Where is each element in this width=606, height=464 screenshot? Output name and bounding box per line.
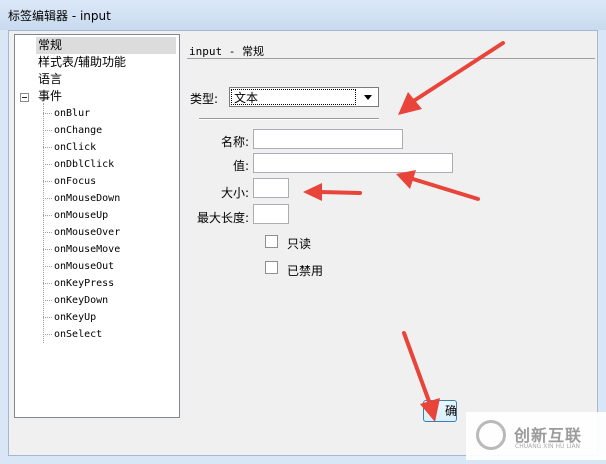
- tree-item-stylesheet-accessibility[interactable]: 样式表/辅助功能: [38, 54, 126, 71]
- tree-item-language[interactable]: 语言: [38, 71, 62, 88]
- tree-item-event[interactable]: onSelect: [54, 326, 102, 343]
- title-bar: 标签编辑器 - input: [0, 0, 606, 30]
- maxlength-input[interactable]: [253, 204, 289, 224]
- tree-connector: [43, 113, 52, 114]
- tree-item-event[interactable]: onMouseUp: [54, 207, 108, 224]
- tree-item-event[interactable]: onKeyPress: [54, 275, 114, 292]
- name-input[interactable]: [253, 129, 403, 149]
- tree-connector: [43, 103, 44, 343]
- chevron-down-icon[interactable]: [360, 90, 376, 104]
- maxlength-label: 最大长度:: [197, 211, 250, 225]
- tree-item-event[interactable]: onChange: [54, 122, 102, 139]
- readonly-label[interactable]: 只读: [287, 235, 311, 252]
- tree-connector: [43, 130, 52, 131]
- size-label: 大小:: [221, 186, 250, 200]
- collapse-icon[interactable]: [20, 93, 29, 102]
- tree-item-general[interactable]: 常规: [36, 37, 176, 54]
- tree-item-event[interactable]: onMouseOver: [54, 224, 120, 241]
- readonly-checkbox[interactable]: [265, 235, 278, 248]
- disabled-checkbox[interactable]: [265, 261, 278, 274]
- tree-connector: [43, 181, 52, 182]
- name-label: 名称:: [221, 135, 250, 149]
- category-tree[interactable]: 常规 样式表/辅助功能 语言 事件 onBlur onChange onClic…: [14, 34, 180, 418]
- tree-item-event[interactable]: onKeyUp: [54, 309, 96, 326]
- type-select[interactable]: 文本: [229, 87, 379, 107]
- tree-connector: [43, 215, 52, 216]
- tree-item-event[interactable]: onMouseMove: [54, 241, 120, 258]
- ok-button[interactable]: 确: [423, 400, 457, 422]
- watermark: 创新互联 CHUANG XIN HU LIAN: [466, 412, 606, 460]
- size-input[interactable]: [253, 178, 289, 198]
- tree-connector: [43, 334, 52, 335]
- tree-connector: [43, 249, 52, 250]
- window-title: 标签编辑器 - input: [8, 9, 111, 23]
- tree-connector: [43, 164, 52, 165]
- type-label: 类型:: [190, 92, 219, 106]
- tree-item-event[interactable]: onFocus: [54, 173, 96, 190]
- tree-connector: [43, 300, 52, 301]
- separator: [199, 118, 379, 120]
- disabled-label[interactable]: 已禁用: [287, 262, 323, 279]
- panel-divider: [187, 58, 595, 59]
- tree-item-events[interactable]: 事件: [38, 88, 62, 105]
- panel-title: input - 常规: [189, 45, 264, 58]
- tree-connector: [43, 266, 52, 267]
- value-label: 值:: [233, 159, 250, 173]
- tree-connector: [43, 147, 52, 148]
- watermark-subtext: CHUANG XIN HU LIAN: [515, 443, 581, 450]
- tree-item-event[interactable]: onKeyDown: [54, 292, 108, 309]
- tree-item-event[interactable]: onClick: [54, 139, 96, 156]
- dialog-client-area: 常规 样式表/辅助功能 语言 事件 onBlur onChange onClic…: [8, 30, 598, 456]
- tree-connector: [43, 232, 52, 233]
- tree-connector: [43, 283, 52, 284]
- value-input[interactable]: [253, 153, 453, 173]
- tree-item-event[interactable]: onDblClick: [54, 156, 114, 173]
- tree-connector: [43, 198, 52, 199]
- tree-connector: [43, 317, 52, 318]
- tree-item-event[interactable]: onMouseDown: [54, 190, 120, 207]
- tree-item-event[interactable]: onBlur: [54, 105, 90, 122]
- watermark-logo-icon: [476, 420, 506, 450]
- properties-panel: input - 常规 类型: 文本 名称: 值: 大小: 最大长度: 只读 已禁…: [187, 34, 599, 454]
- tree-item-event[interactable]: onMouseOut: [54, 258, 114, 275]
- type-select-value: 文本: [231, 89, 356, 105]
